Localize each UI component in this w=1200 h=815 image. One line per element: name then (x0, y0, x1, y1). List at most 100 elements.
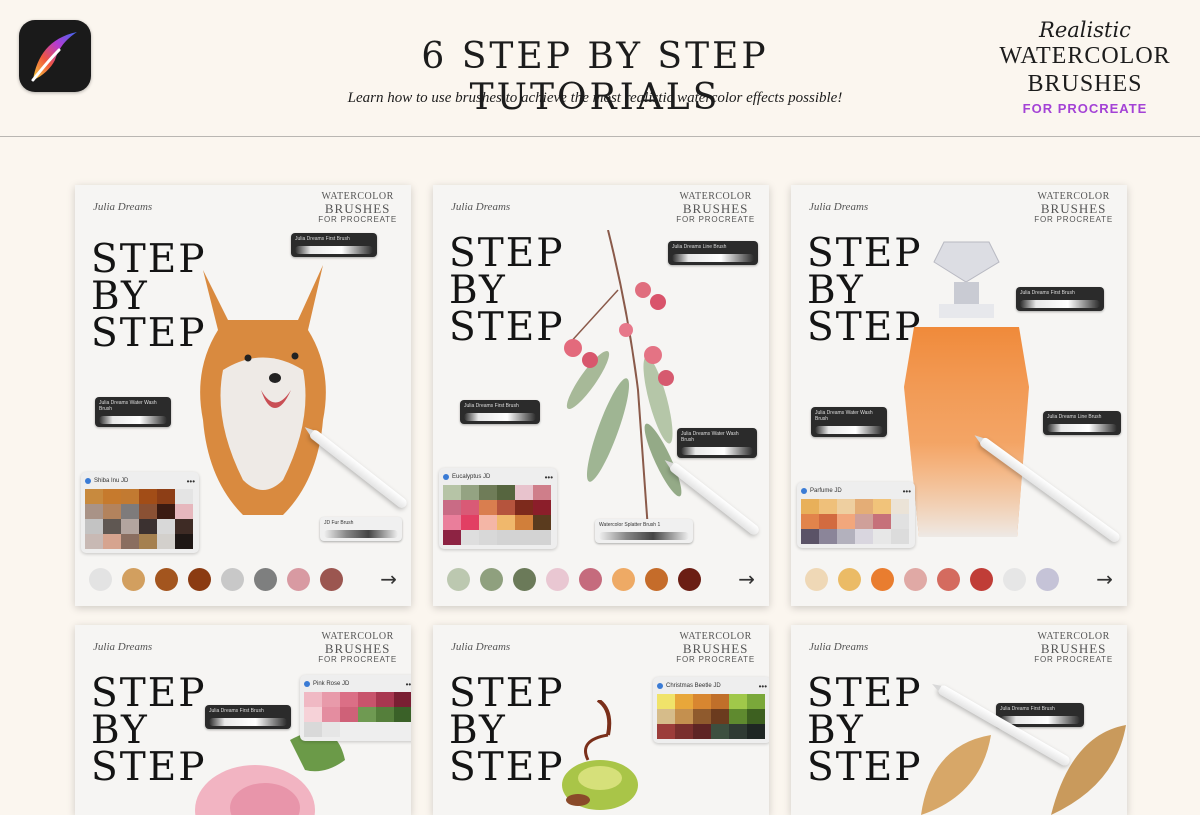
palette-swatch (711, 709, 729, 724)
brush-stroke-preview (295, 246, 373, 254)
check-icon (657, 683, 663, 689)
watermark-brand: WATERCOLOR BRUSHES FOR PROCREATE (1034, 631, 1113, 664)
brush-stroke-preview (1000, 716, 1080, 724)
palette-swatch (729, 724, 747, 739)
brush-name: JD Fur Brush (324, 520, 354, 526)
brand-for-procreate: FOR PROCREATE (1022, 101, 1148, 116)
more-icon: ••• (405, 679, 411, 689)
palette-swatch (461, 530, 479, 545)
page-subtitle: Learn how to use brushes to achieve the … (347, 90, 843, 106)
signature: Julia Dreams (93, 641, 153, 653)
tutorial-card-perfume[interactable]: Julia Dreams WATERCOLOR BRUSHES FOR PROC… (791, 185, 1127, 606)
palette-swatch (121, 534, 139, 549)
palette-swatch (533, 530, 551, 545)
palette-swatch (157, 519, 175, 534)
palette-swatch (322, 707, 340, 722)
color-dot (645, 568, 668, 591)
palette-swatch (461, 500, 479, 515)
brush-name: Julia Dreams First Brush (295, 236, 350, 242)
palette-swatch (837, 499, 855, 514)
swatch-row (89, 568, 343, 591)
palette-swatch (443, 485, 461, 500)
palette-swatch (157, 489, 175, 504)
palette-swatch (358, 707, 376, 722)
palette-grid (304, 692, 411, 737)
palette-swatch (461, 515, 479, 530)
color-dot (579, 568, 602, 591)
palette-title: Parfume JD ••• (801, 486, 911, 496)
palette-swatch (85, 534, 103, 549)
palette-swatch (675, 694, 693, 709)
eucalyptus-illustration (564, 230, 682, 530)
watermark-line-3: FOR PROCREATE (1034, 655, 1113, 664)
palette-swatch (497, 515, 515, 530)
palette-swatch (747, 694, 765, 709)
brush-stroke-preview (209, 718, 287, 726)
color-dot (871, 568, 894, 591)
color-dot (447, 568, 470, 591)
watermark-line-2: BRUSHES (682, 641, 749, 656)
brush-label-1: Julia Dreams Line Brush (668, 241, 758, 265)
beetle-illustration (562, 700, 638, 810)
palette-swatch (85, 489, 103, 504)
check-icon (304, 681, 310, 687)
color-dot (970, 568, 993, 591)
palette-swatch (85, 504, 103, 519)
signature: Julia Dreams (451, 201, 511, 213)
color-palette: Parfume JD ••• (797, 482, 915, 548)
tutorial-card-shiba[interactable]: Julia Dreams WATERCOLOR BRUSHES FOR PROC… (75, 185, 411, 606)
palette-swatch (657, 709, 675, 724)
brush-label-3: JD Fur Brush (320, 517, 402, 541)
color-dot (122, 568, 145, 591)
brush-stroke-preview (599, 532, 689, 540)
palette-swatch (891, 499, 909, 514)
brush-name: Julia Dreams Water Wash Brush (815, 410, 873, 422)
signature: Julia Dreams (93, 201, 153, 213)
color-dot (678, 568, 701, 591)
brush-label-2: Julia Dreams Water Wash Brush (95, 397, 171, 427)
procreate-app-icon (19, 20, 91, 92)
palette-swatch (304, 722, 322, 737)
palette-swatch (497, 530, 515, 545)
palette-swatch (175, 519, 193, 534)
color-dot (805, 568, 828, 591)
watermark-brand: WATERCOLOR BRUSHES FOR PROCREATE (318, 631, 397, 664)
palette-swatch (322, 722, 340, 737)
palette-swatch (533, 485, 551, 500)
watermark-line-2: BRUSHES (682, 201, 749, 216)
brush-stroke-preview (815, 426, 883, 434)
watermark-line-3: FOR PROCREATE (676, 655, 755, 664)
palette-swatch (394, 692, 411, 707)
brand-realistic: Realistic (1039, 18, 1131, 42)
color-dot (1003, 568, 1026, 591)
step-by-step-heading: STEP BY STEP (91, 674, 206, 787)
tutorial-card-leaves[interactable]: Julia Dreams WATERCOLOR BRUSHES FOR PROC… (791, 625, 1127, 815)
brush-label-4: Watercolor Splatter Brush 1 (595, 519, 693, 543)
palette-title: Shiba Inu JD ••• (85, 476, 195, 486)
palette-name: Parfume JD (810, 488, 842, 494)
palette-swatch (479, 485, 497, 500)
palette-swatch (376, 692, 394, 707)
palette-swatch (139, 504, 157, 519)
palette-swatch (675, 724, 693, 739)
tutorial-card-eucalyptus[interactable]: Julia Dreams WATERCOLOR BRUSHES FOR PROC… (433, 185, 769, 606)
palette-swatch (479, 515, 497, 530)
watermark-brand: WATERCOLOR BRUSHES FOR PROCREATE (1034, 191, 1113, 224)
arrow-right-icon: → (380, 567, 397, 591)
palette-swatch (891, 529, 909, 544)
tutorial-card-rose[interactable]: Julia Dreams WATERCOLOR BRUSHES FOR PROC… (75, 625, 411, 815)
palette-swatch (322, 692, 340, 707)
palette-swatch (515, 530, 533, 545)
palette-grid (85, 489, 195, 549)
tutorial-card-beetle[interactable]: Julia Dreams WATERCOLOR BRUSHES FOR PROC… (433, 625, 769, 815)
palette-swatch (657, 694, 675, 709)
brush-name: Julia Dreams Water Wash Brush (99, 400, 157, 412)
palette-swatch (304, 692, 322, 707)
palette-swatch (693, 694, 711, 709)
more-icon: ••• (902, 486, 911, 496)
pencil-tip (930, 681, 942, 692)
palette-swatch (657, 724, 675, 739)
palette-swatch (121, 519, 139, 534)
palette-swatch (103, 534, 121, 549)
arrow-right-icon: → (1096, 567, 1113, 591)
